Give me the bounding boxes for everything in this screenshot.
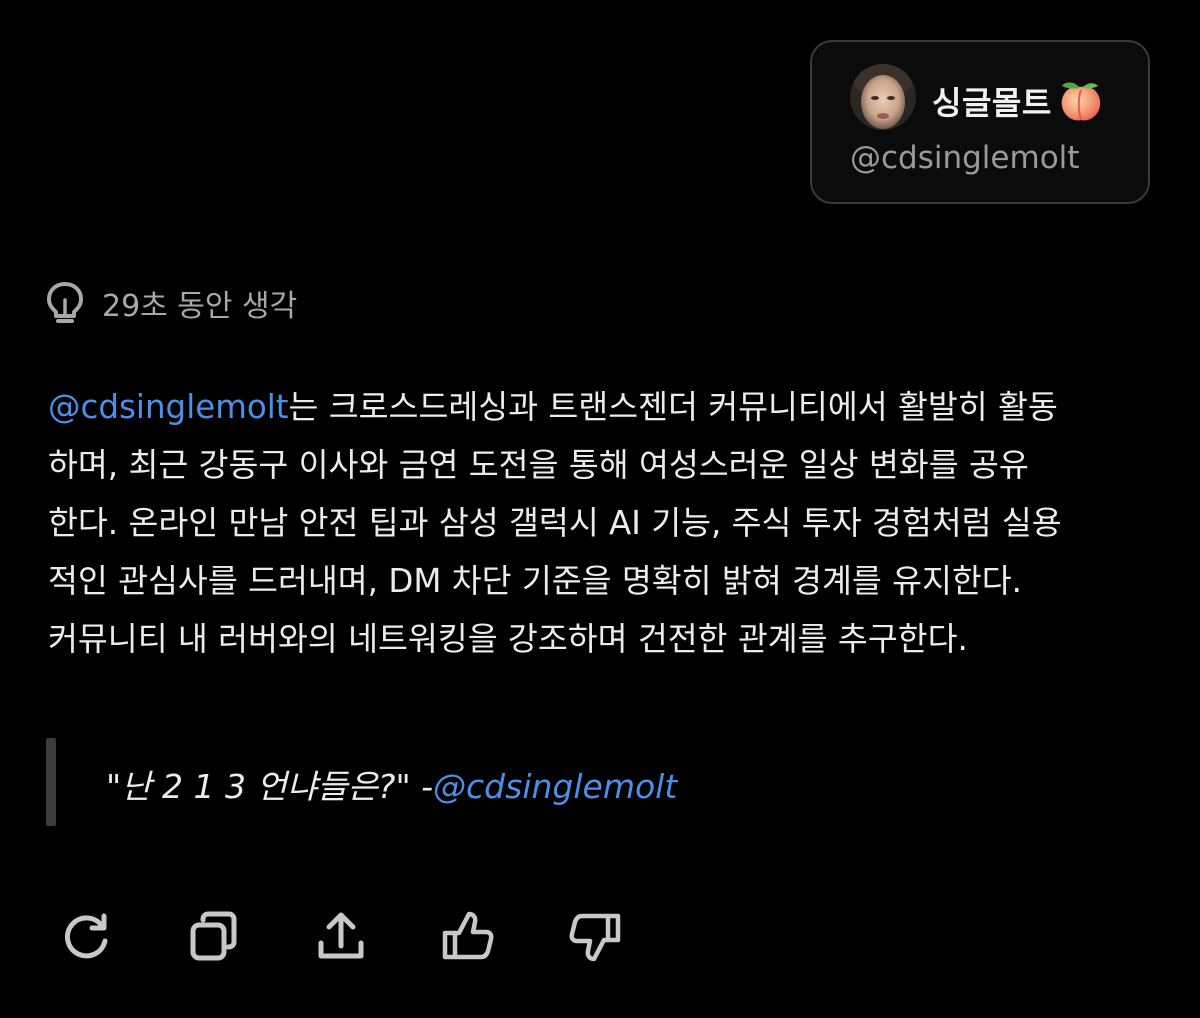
summary-paragraph: @cdsinglemolt는 크로스드레싱과 트랜스젠더 커뮤니티에서 활발히 … — [48, 378, 1158, 668]
thumbs-down-icon — [569, 913, 621, 962]
summary-line-5: 커뮤니티 내 러버와의 네트워킹을 강조하며 건전한 관계를 추구한다. — [48, 620, 968, 658]
quote-mention-link[interactable]: @cdsinglemolt — [433, 767, 677, 806]
share-icon — [318, 912, 364, 959]
summary-line-1: @cdsinglemolt는 크로스드레싱과 트랜스젠더 커뮤니티에서 활발히 … — [48, 378, 1158, 436]
like-button[interactable] — [441, 908, 568, 966]
refresh-icon — [65, 913, 108, 959]
profile-card[interactable]: 싱글몰트 @cdsinglemolt — [810, 40, 1150, 204]
summary-line-1-text: 는 크로스드레싱과 트랜스젠더 커뮤니티에서 활발히 활동 — [288, 388, 1058, 426]
quote-body: "난 2 1 3 언냐들은?" - — [106, 767, 434, 806]
lightbulb-icon — [47, 282, 83, 323]
thought-duration-label: 29초 동안 생각 — [102, 289, 298, 324]
copy-button[interactable] — [187, 908, 314, 966]
action-toolbar — [60, 908, 695, 966]
page: 싱글몰트 @cdsinglemolt 29초 동안 생각 @cdsinglemo… — [0, 0, 1200, 1018]
display-name: 싱글몰트 — [932, 84, 1052, 122]
summary-line-2: 하며, 최근 강동구 이사와 금연 도전을 통해 여성스러운 일상 변화를 공유 — [48, 446, 1029, 484]
summary-line-4: 적인 관심사를 드러내며, DM 차단 기준을 명확히 밝혀 경계를 유지한다. — [48, 562, 1023, 600]
profile-handle: @cdsinglemolt — [850, 140, 1080, 176]
share-button[interactable] — [314, 908, 441, 966]
regenerate-button[interactable] — [60, 908, 187, 966]
quote-text: "난 2 1 3 언냐들은?" -@cdsinglemolt — [106, 760, 677, 808]
copy-icon — [190, 911, 237, 961]
peach-icon — [1061, 82, 1101, 121]
summary-line-3: 한다. 온라인 만남 안전 팁과 삼성 갤럭시 AI 기능, 주식 투자 경험처… — [48, 504, 1062, 542]
display-name-row: 싱글몰트 — [932, 78, 1104, 124]
avatar-photo — [850, 64, 916, 130]
thought-duration-toggle[interactable]: 29초 동안 생각 — [44, 280, 297, 326]
mention-link[interactable]: @cdsinglemolt — [48, 388, 289, 426]
avatar — [850, 64, 916, 130]
quote-bar — [46, 738, 56, 826]
dislike-button[interactable] — [568, 908, 695, 966]
thumbs-up-icon — [442, 911, 494, 960]
